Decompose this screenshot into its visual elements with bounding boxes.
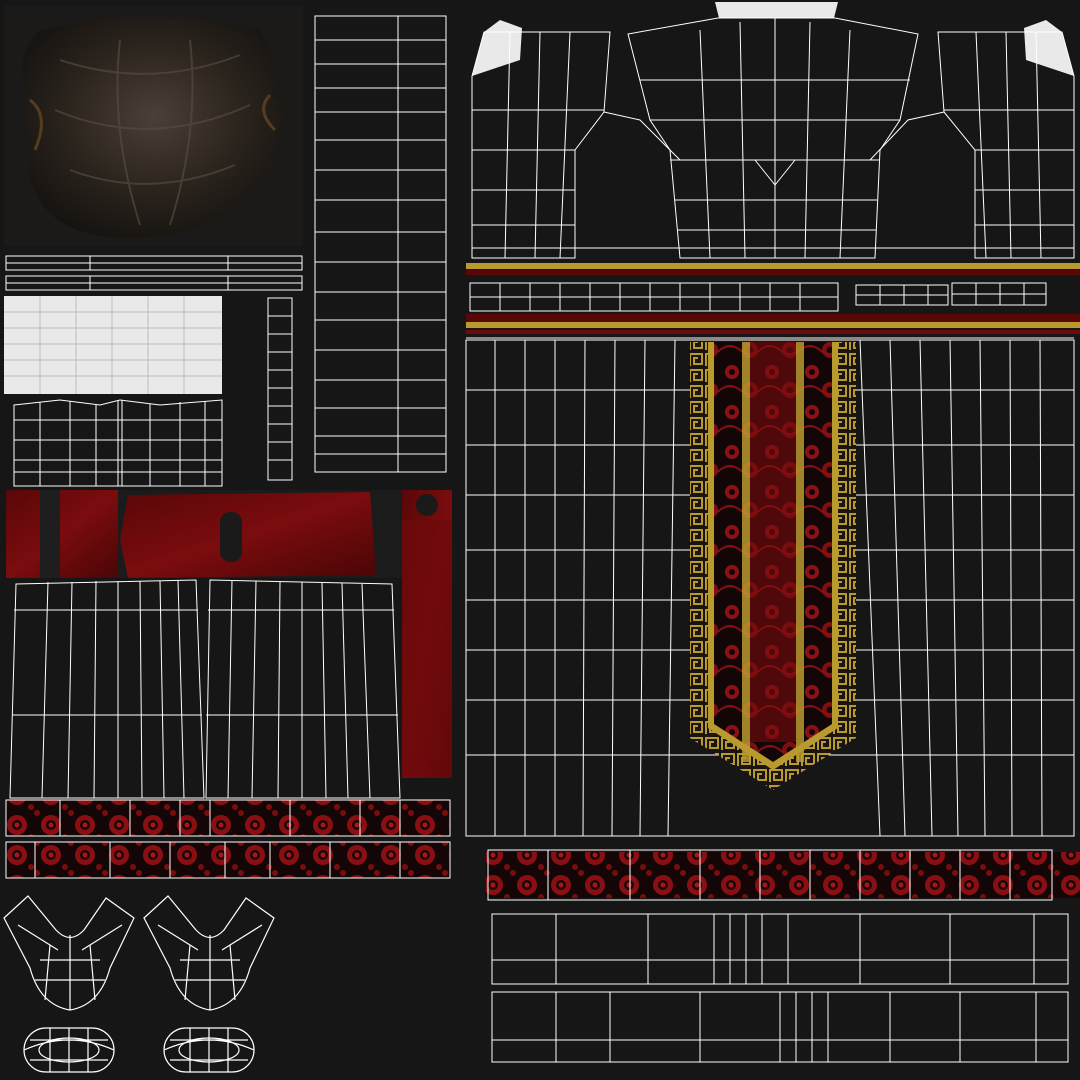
gold-stripes — [466, 263, 1080, 334]
collar-strip — [267, 297, 293, 481]
uv-texture-atlas — [0, 0, 1080, 1080]
hair-texture — [4, 6, 303, 246]
robe-upper-wireframe — [471, 2, 1075, 259]
shoe-left — [3, 895, 135, 1073]
cuff-wireframe — [13, 399, 223, 487]
uv-canvas — [3, 2, 1080, 1073]
skirt-wireframe — [9, 579, 401, 799]
tie-panel — [690, 342, 856, 790]
shoe-uvs — [3, 895, 275, 1073]
floral-trim-left — [5, 799, 451, 879]
belt-strips — [466, 282, 1074, 339]
thin-strip-islands — [5, 255, 303, 291]
trim-band — [486, 849, 1080, 901]
sleeve-lining — [4, 296, 222, 394]
shoe-right — [143, 895, 275, 1073]
hem-strips — [491, 913, 1069, 1063]
sleeve-column-grid — [314, 15, 447, 473]
